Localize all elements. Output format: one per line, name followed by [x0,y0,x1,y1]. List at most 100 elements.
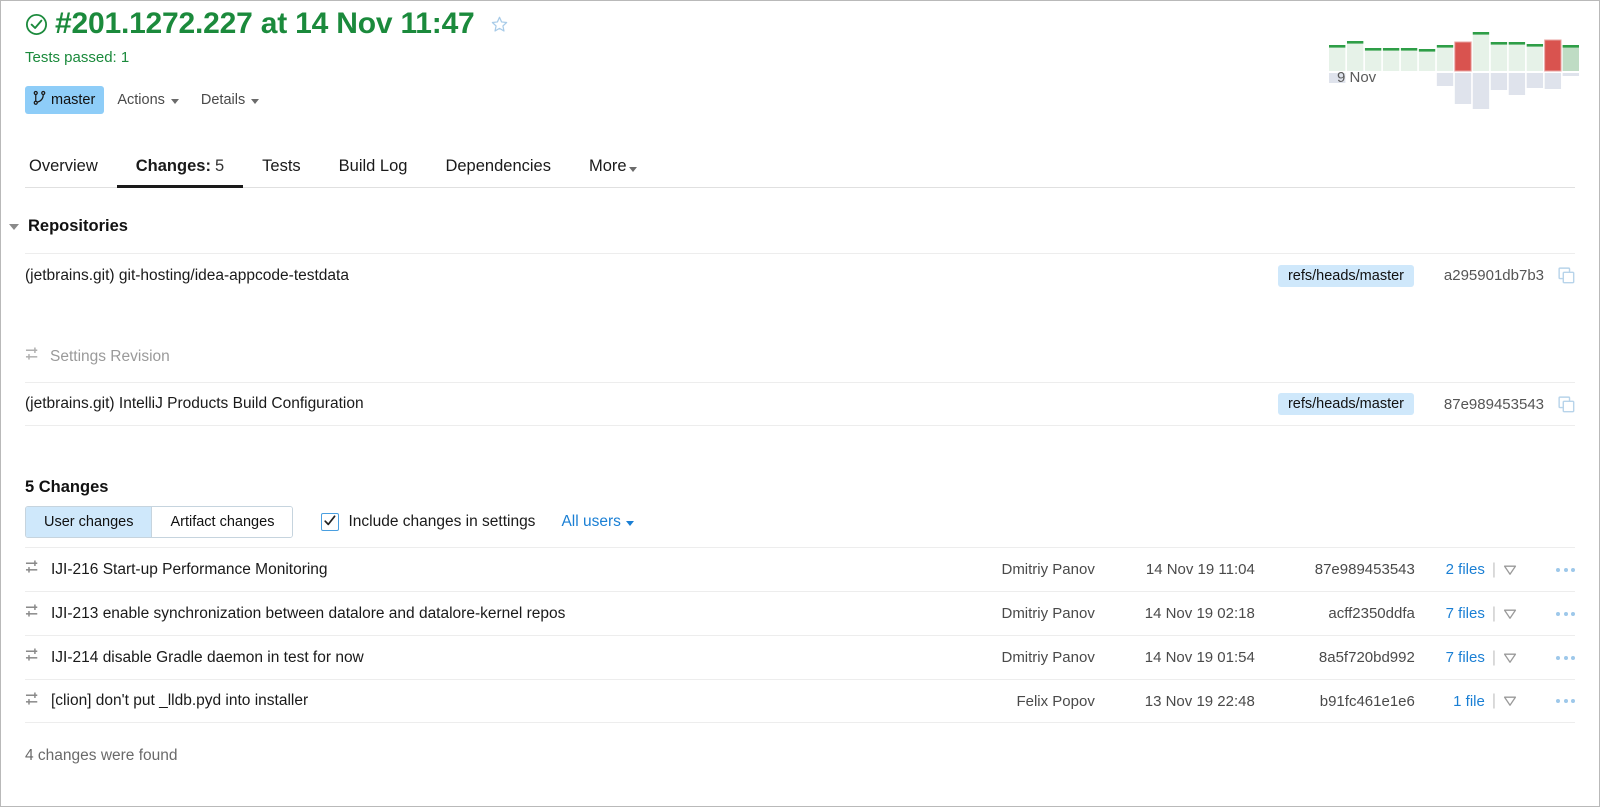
artifact-changes-button[interactable]: Artifact changes [151,507,293,537]
change-actions-menu[interactable] [1545,699,1575,703]
build-toolbar: master Actions Details [25,86,268,114]
repository-ref-badge: refs/heads/master [1277,393,1414,415]
build-history-sparkline[interactable]: 9 Nov [1329,13,1579,113]
chevron-down-icon [628,167,637,172]
settings-revision-label: Settings Revision [50,347,170,365]
tab-label: Dependencies [445,157,551,175]
change-actions-menu[interactable] [1545,655,1575,660]
tab-dependencies[interactable]: Dependencies [426,153,570,188]
change-row: [clion] don't put _lldb.pyd into install… [25,679,1575,723]
include-settings-checkbox[interactable]: Include changes in settings [321,513,535,531]
tab-count: 5 [214,157,225,175]
tab-label: Overview [29,157,98,175]
copy-icon[interactable] [1544,395,1575,413]
change-files-link[interactable]: 7 files [1415,605,1485,622]
checkbox-label: Include changes in settings [348,513,536,530]
checkbox-box [321,513,340,531]
chevron-down-icon [9,223,19,230]
tab-label: Tests [262,157,301,175]
changes-title: 5 Changes [25,478,109,496]
changes-filter-bar: User changes Artifact changes Include ch… [25,506,634,538]
change-hash: 87e989453543 [1314,561,1415,578]
change-date: 14 Nov 19 11:04 [1145,561,1255,578]
change-message[interactable]: IJI-216 Start-up Performance Monitoring [25,559,945,580]
separator: | [1491,692,1496,709]
change-files-link[interactable]: 2 files [1415,561,1485,578]
repository-row: (jetbrains.git) git-hosting/idea-appcode… [25,253,1575,297]
all-users-dropdown[interactable]: All users [561,513,634,531]
chevron-down-icon [625,520,634,526]
separator: | [1491,648,1496,666]
branch-label: master [51,92,96,108]
change-author: Dmitriy Panov [1001,561,1095,578]
details-label: Details [200,92,246,108]
change-files-link[interactable]: 1 file [1415,693,1485,710]
change-diff-icon [25,346,42,367]
actions-label: Actions [117,92,165,108]
change-diff-icon [25,559,42,580]
star-icon[interactable] [482,15,509,34]
expand-change-button[interactable] [1503,652,1517,664]
tab-label: Changes: [135,157,211,175]
tab-more[interactable]: More [570,153,656,188]
repository-name[interactable]: (jetbrains.git) git-hosting/idea-appcode… [25,267,1278,285]
separator: | [1491,604,1496,622]
change-author: Felix Popov [1016,692,1095,710]
change-hash: acff2350ddfa [1328,605,1415,622]
settings-repository-row: (jetbrains.git) IntelliJ Products Build … [25,382,1575,426]
chevron-down-icon [251,98,260,104]
check-circle-icon [25,13,48,36]
user-changes-button[interactable]: User changes [26,507,152,537]
change-row: IJI-216 Start-up Performance Monitoring D… [25,547,1575,591]
repository-revision-hash: a295901db7b3 [1443,267,1544,284]
change-actions-menu[interactable] [1545,611,1575,616]
settings-revision-header: Settings Revision [25,346,170,367]
change-date: 14 Nov 19 01:54 [1144,649,1255,666]
change-date: 13 Nov 19 22:48 [1144,692,1255,710]
tab-overview[interactable]: Overview [25,153,117,188]
tests-passed-label: Tests passed: 1 [25,49,130,66]
build-tabs: Overview Changes: 5 Tests Build Log Depen… [25,153,1575,188]
repository-revision-hash: 87e989453543 [1443,395,1544,413]
repository-name[interactable]: (jetbrains.git) IntelliJ Products Build … [25,395,1278,413]
change-hash: b91fc461e1e6 [1319,692,1415,710]
change-author: Dmitriy Panov [1001,605,1095,622]
tab-build-log[interactable]: Build Log [320,153,427,188]
details-menu[interactable]: Details [192,88,268,112]
build-changes-page: #201.1272.227 at 14 Nov 11:47 Tests pass… [0,0,1600,807]
change-hash: 8a5f720bd992 [1318,649,1415,666]
actions-menu[interactable]: Actions [108,88,188,112]
page-title: #201.1272.227 at 14 Nov 11:47 [55,7,475,40]
chevron-down-icon [170,98,179,104]
all-users-label: All users [561,513,621,530]
change-files-link[interactable]: 7 files [1415,649,1485,666]
check-icon [324,515,336,526]
tab-changes[interactable]: Changes: 5 [116,153,244,188]
copy-icon[interactable] [1544,267,1575,284]
change-message[interactable]: IJI-214 disable Gradle daemon in test fo… [25,647,945,668]
change-message-text: [clion] don't put _lldb.pyd into install… [51,692,309,709]
branch-badge[interactable]: master [25,86,105,114]
change-message[interactable]: [clion] don't put _lldb.pyd into install… [25,691,945,712]
changes-footer-note: 4 changes were found [25,747,178,764]
change-row: IJI-214 disable Gradle daemon in test fo… [25,635,1575,679]
change-message[interactable]: IJI-213 enable synchronization between d… [25,603,945,624]
change-message-text: IJI-213 enable synchronization between d… [51,604,566,622]
git-branch-icon [32,90,47,110]
change-row: IJI-213 enable synchronization between d… [25,591,1575,635]
change-date: 14 Nov 19 02:18 [1144,605,1255,622]
change-message-text: IJI-214 disable Gradle daemon in test fo… [51,648,364,666]
change-diff-icon [25,647,42,668]
repositories-section-header[interactable]: Repositories [9,217,128,236]
changes-type-switch: User changes Artifact changes [25,506,294,538]
tab-label: More [588,157,627,175]
build-header: #201.1272.227 at 14 Nov 11:47 [25,7,509,41]
change-diff-icon [25,691,42,712]
expand-change-button[interactable] [1503,608,1517,620]
change-diff-icon [25,603,42,624]
change-actions-menu[interactable] [1545,567,1575,572]
repository-ref-badge: refs/heads/master [1277,264,1414,287]
tab-tests[interactable]: Tests [243,153,320,188]
expand-change-button[interactable] [1503,564,1517,576]
expand-change-button[interactable] [1503,695,1517,707]
